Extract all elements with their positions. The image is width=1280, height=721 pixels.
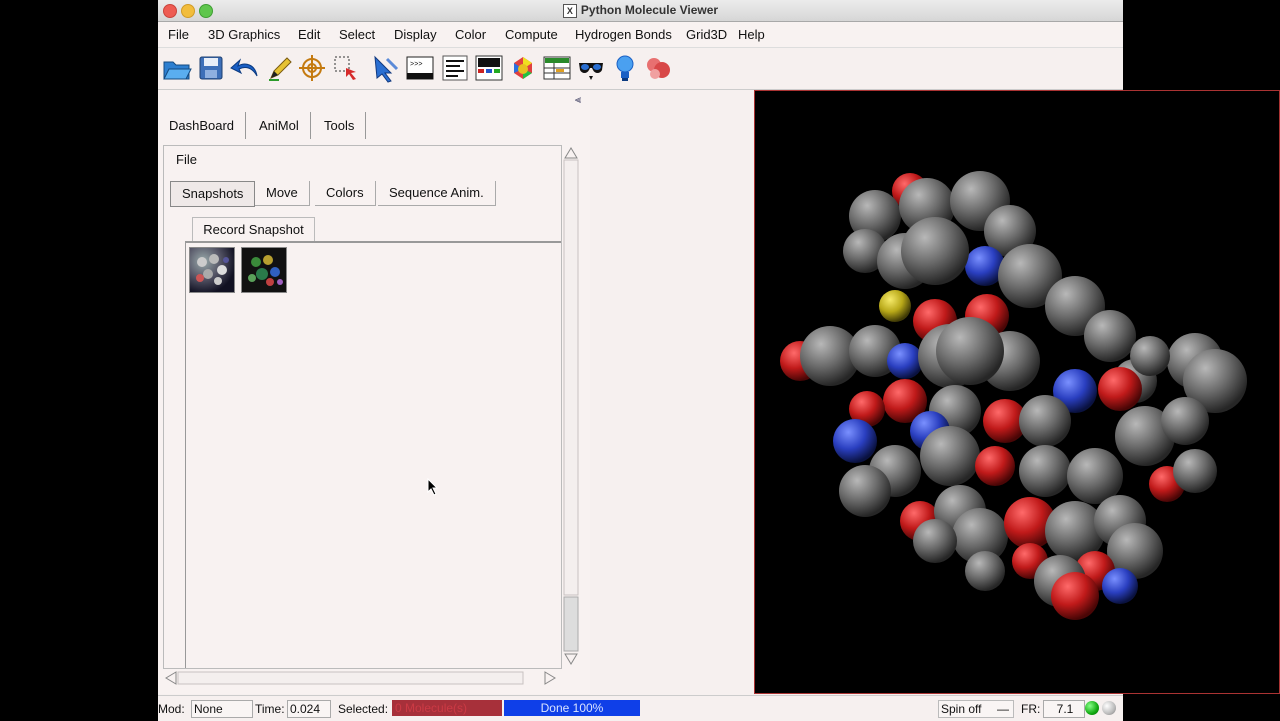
mouse-cursor-icon	[427, 477, 439, 499]
selected-field: 0 Molecule(s)	[392, 700, 502, 716]
time-field: 0.024	[287, 700, 331, 718]
horizontal-scrollbar[interactable]	[163, 670, 560, 686]
fr-label: FR:	[1021, 702, 1041, 716]
tab-move[interactable]: Move	[255, 181, 310, 206]
menu-3d-graphics[interactable]: 3D Graphics	[208, 27, 280, 42]
menu-display[interactable]: Display	[394, 27, 437, 42]
bubbles-icon[interactable]	[642, 52, 674, 84]
time-label: Time:	[255, 702, 285, 716]
record-snapshot-button[interactable]: Record Snapshot	[192, 217, 315, 242]
progress-bar: Done 100%	[504, 700, 640, 716]
window-title: Python Molecule Viewer	[580, 3, 719, 17]
undo-icon[interactable]	[229, 52, 261, 84]
toolbar: >>>	[158, 48, 1123, 90]
mod-label: Mod:	[158, 702, 185, 716]
menu-file[interactable]: File	[168, 27, 189, 42]
busy-spinner-icon	[1102, 701, 1116, 715]
x11-icon: X	[562, 3, 577, 18]
menu-edit[interactable]: Edit	[298, 27, 320, 42]
menu-hydrogen-bonds[interactable]: Hydrogen Bonds	[575, 27, 672, 42]
tab-tools[interactable]: Tools	[313, 112, 367, 139]
mod-field: None	[191, 700, 253, 718]
fr-field: 7.1	[1043, 700, 1085, 718]
menu-compute[interactable]: Compute	[505, 27, 558, 42]
tab-colors[interactable]: Colors	[315, 181, 376, 206]
svg-text:>>>: >>>	[410, 61, 423, 69]
tab-snapshots[interactable]: Snapshots	[170, 181, 256, 207]
color-palette-icon[interactable]	[507, 52, 539, 84]
pointer-icon[interactable]	[370, 52, 402, 84]
snapshot-thumbnail[interactable]	[241, 247, 287, 293]
dashboard-panel: ⫷ DashBoard AniMol Tools File Snapshots …	[158, 90, 590, 694]
menu-color[interactable]: Color	[455, 27, 486, 42]
pencil-icon[interactable]	[264, 52, 296, 84]
title-bar: X Python Molecule Viewer	[158, 0, 1123, 22]
snapshot-list	[185, 241, 561, 668]
vertical-scrollbar[interactable]	[563, 145, 579, 667]
display-panel-icon[interactable]	[473, 52, 505, 84]
menu-grid3d[interactable]: Grid3D	[686, 27, 727, 42]
selected-label: Selected:	[338, 702, 389, 716]
menu-help[interactable]: Help	[738, 27, 765, 42]
status-bar: Mod: None Time: 0.024 Selected: 0 Molecu…	[158, 695, 1123, 721]
animol-frame: File Snapshots Move Colors Sequence Anim…	[163, 145, 562, 669]
open-icon[interactable]	[161, 52, 193, 84]
file-menu[interactable]: File	[176, 152, 197, 167]
select-box-icon[interactable]	[330, 52, 362, 84]
python-shell-icon[interactable]: >>>	[404, 52, 436, 84]
window-title-wrap: X Python Molecule Viewer	[158, 3, 1123, 18]
spin-dropdown[interactable]: Spin off —	[938, 700, 1014, 718]
molecule-render	[780, 171, 1247, 620]
spin-value: Spin off	[941, 702, 982, 716]
status-indicator-icon	[1085, 701, 1099, 715]
light-bulb-icon[interactable]	[609, 52, 641, 84]
tab-animol[interactable]: AniMol	[248, 112, 311, 139]
table-icon[interactable]	[541, 52, 573, 84]
text-lines-icon[interactable]	[439, 52, 471, 84]
menu-bar: File 3D Graphics Edit Select Display Col…	[158, 22, 1123, 48]
tab-sequence-anim[interactable]: Sequence Anim.	[378, 181, 496, 206]
dropdown-icon: —	[997, 702, 1009, 716]
target-icon[interactable]	[296, 52, 328, 84]
tab-dashboard[interactable]: DashBoard	[158, 112, 247, 139]
save-icon[interactable]	[195, 52, 227, 84]
application-window: X Python Molecule Viewer File 3D Graphics…	[158, 0, 1280, 721]
3d-viewer[interactable]	[754, 90, 1280, 694]
collapse-panel-button[interactable]: ⫷	[570, 93, 586, 107]
stereo-glasses-icon[interactable]	[575, 52, 607, 84]
menu-select[interactable]: Select	[339, 27, 375, 42]
snapshot-thumbnail[interactable]	[189, 247, 235, 293]
